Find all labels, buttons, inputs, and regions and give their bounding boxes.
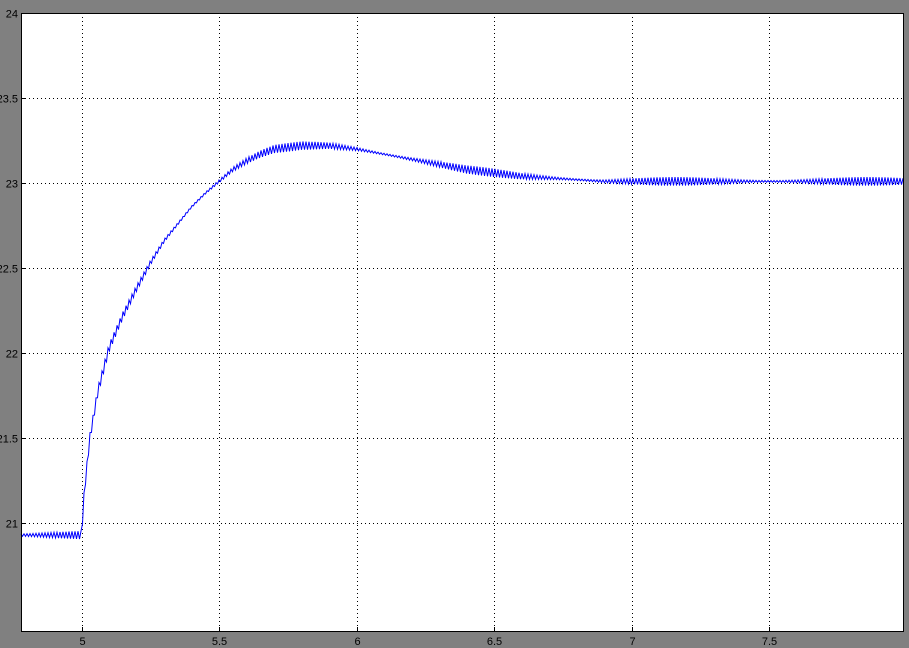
y-tick-label: 23 [6, 179, 18, 191]
x-tick-label: 7.5 [762, 636, 777, 648]
x-tick-label: 5 [79, 636, 85, 648]
x-tick-label: 5.5 [212, 636, 227, 648]
y-tick-label: 21 [6, 519, 18, 531]
x-tick-label: 6.5 [487, 636, 502, 648]
y-tick-label: 24 [6, 9, 18, 21]
y-tick-label: 21.5 [0, 434, 18, 446]
x-tick-label: 7 [629, 636, 635, 648]
y-tick-label: 23.5 [0, 94, 18, 106]
plot-area [21, 13, 904, 632]
y-tick-label: 22.5 [0, 264, 18, 276]
x-tick-label: 6 [354, 636, 360, 648]
scope-chart: 5 5.5 6 6.5 7 7.5 21 21.5 22 22.5 23 23.5 24 [0, 9, 904, 648]
y-tick-label: 22 [6, 349, 18, 361]
